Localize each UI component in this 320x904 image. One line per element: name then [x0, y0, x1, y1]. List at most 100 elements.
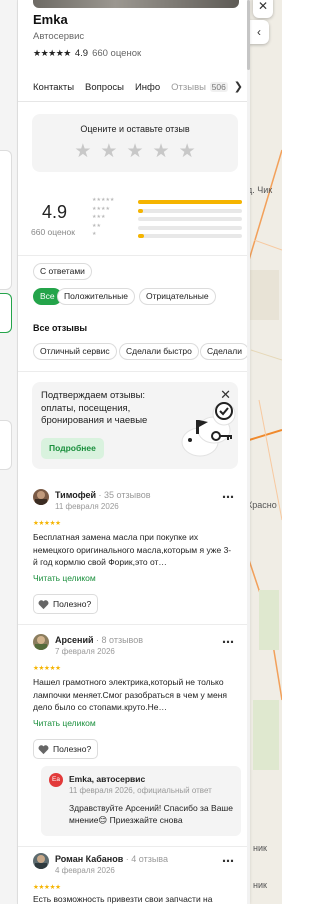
heart-icon [38, 744, 49, 754]
verified-badges-illustration [181, 402, 236, 457]
map-close-button[interactable]: ✕ [253, 0, 273, 18]
rate-star-5-icon[interactable]: ★ [179, 140, 196, 163]
filter-with-answers[interactable]: С ответами [33, 263, 92, 280]
rate-stars-input[interactable]: ★ ★ ★ ★ ★ [32, 140, 238, 163]
search-results-list [0, 0, 18, 904]
more-options-icon[interactable]: ⋯ [222, 854, 235, 868]
promo-more-button[interactable]: Подробнее [41, 438, 104, 459]
tab-questions[interactable]: Вопросы [85, 82, 124, 93]
owner-reply-text: Здравствуйте Арсений! Спасибо за Ваше мн… [69, 803, 233, 825]
org-rating[interactable]: ★★★★★ 4.9 660 оценок [33, 48, 141, 59]
close-icon: ✕ [257, 0, 269, 13]
more-options-icon[interactable]: ⋯ [222, 490, 235, 504]
filter-negative[interactable]: Отрицательные [139, 288, 216, 305]
tab-info[interactable]: Инфо [135, 82, 160, 93]
reviews-count-badge: 506 [209, 82, 228, 92]
review-text: Есть возможность привезти свои запчасти … [33, 894, 213, 904]
rating-stars: ★★★★★ [33, 48, 71, 58]
read-more-link[interactable]: Читать целиком [33, 573, 96, 583]
more-options-icon[interactable]: ⋯ [222, 635, 235, 649]
topic-chip[interactable]: Сделали быстро [119, 343, 199, 360]
rate-star-1-icon[interactable]: ★ [74, 140, 91, 163]
distribution-stars: ★★★★ [92, 205, 110, 212]
distribution-stars: ★★ [92, 222, 101, 229]
reviewer-review-count: · 4 отзыва [123, 854, 168, 864]
reviewer-name[interactable]: Арсений · 8 отзывов [55, 635, 143, 645]
reviewer-review-count: · 35 отзывов [96, 490, 151, 500]
distribution-bar-fill [138, 208, 144, 213]
divider [18, 846, 249, 847]
review-date: 11 февраля 2026 [55, 502, 119, 511]
reviewer-name[interactable]: Роман Кабанов · 4 отзыва [55, 854, 168, 864]
scrollbar-thumb[interactable] [247, 0, 250, 70]
map-label: ник [253, 880, 267, 890]
distribution-row: ★★★ [92, 214, 242, 222]
rate-star-4-icon[interactable]: ★ [153, 140, 170, 163]
read-more-link[interactable]: Читать целиком [33, 718, 96, 728]
divider [18, 624, 249, 625]
distribution-row: ★★★★★ [92, 197, 242, 205]
org-name: Emka [33, 12, 68, 27]
useful-label: Полезно? [53, 744, 92, 754]
distribution-stars: ★★★★★ [92, 197, 115, 203]
review-stars: ★★★★★ [33, 665, 61, 672]
review-stars: ★★★★★ [33, 520, 61, 527]
heart-icon [38, 599, 49, 609]
topic-chip[interactable]: Сделали [200, 343, 249, 360]
avatar[interactable] [33, 853, 49, 869]
avatar[interactable] [33, 634, 49, 650]
useful-button[interactable]: Полезно? [33, 739, 99, 759]
filter-positive[interactable]: Положительные [57, 288, 135, 305]
map[interactable]: д. Чик Красно ник ник ✕ ‹ [249, 0, 282, 904]
panel-scrollbar[interactable] [247, 0, 250, 904]
review-text: Бесплатная замена масла при покупке их н… [33, 532, 232, 567]
avatar[interactable] [33, 489, 49, 505]
rating-count: 660 оценок [92, 48, 142, 59]
reviewer-review-count: · 8 отзывов [93, 635, 144, 645]
result-card-selected[interactable] [0, 293, 12, 333]
owner-reply: Ea Emka, автосервис 11 февраля 2026, офи… [41, 766, 241, 836]
org-tabs: Контакты Вопросы Инфо Отзывы 506 ❯ [18, 74, 249, 102]
tabs-scroll-right-icon[interactable]: ❯ [234, 80, 243, 93]
distribution-bar [138, 225, 242, 230]
distribution-stars: ★★★ [92, 214, 106, 220]
owner-name[interactable]: Emka, автосервис [69, 774, 145, 784]
reviewer-name-text: Тимофей [55, 490, 97, 500]
rate-star-2-icon[interactable]: ★ [100, 140, 117, 163]
review-text: Нашел грамотного электрика,который не то… [33, 677, 228, 712]
distribution-bar [138, 200, 242, 204]
tab-reviews[interactable]: Отзывы 506 [171, 82, 228, 93]
topic-chip[interactable]: Отличный сервис [33, 343, 117, 360]
org-photo[interactable] [33, 0, 239, 8]
distribution-stars: ★ [92, 231, 97, 237]
result-card[interactable] [0, 150, 12, 290]
reviewer-name[interactable]: Тимофей · 35 отзывов [55, 490, 151, 500]
rate-and-review-box: Оцените и оставьте отзыв ★ ★ ★ ★ ★ [32, 114, 238, 172]
owner-reply-date: 11 февраля 2026, официальный ответ [69, 786, 212, 795]
summary-rating: 4.9 [42, 202, 68, 222]
owner-avatar: Ea [49, 773, 63, 787]
useful-button[interactable]: Полезно? [33, 594, 99, 614]
reviewer-name-text: Арсений [55, 635, 94, 645]
collapse-panel-button[interactable]: ‹ [249, 20, 269, 44]
organization-panel: Emka Автосервис ★★★★★ 4.9 660 оценок Кон… [18, 0, 249, 904]
distribution-row: ★★ [92, 222, 242, 231]
rating-summary: 4.9 660 оценок ★★★★★ ★★★★ ★★★ ★★ ★ [18, 188, 249, 248]
all-reviews-title: Все отзывы [33, 323, 88, 333]
distribution-bar [138, 234, 242, 238]
verified-reviews-promo: Подтверждаем отзывы: оплаты, посещения, … [32, 382, 238, 469]
rate-star-3-icon[interactable]: ★ [126, 140, 143, 163]
distribution-bar [138, 208, 242, 213]
promo-text: Подтверждаем отзывы: оплаты, посещения, … [41, 390, 148, 426]
map-roads [249, 149, 282, 770]
tab-reviews-label: Отзывы [171, 82, 206, 93]
rating-value: 4.9 [74, 48, 89, 59]
divider [18, 255, 249, 256]
useful-label: Полезно? [53, 599, 92, 609]
divider [18, 371, 249, 372]
result-card[interactable] [0, 420, 12, 470]
tab-contacts[interactable]: Контакты [33, 82, 74, 93]
org-category[interactable]: Автосервис [33, 31, 84, 42]
distribution-bar-fill [138, 200, 242, 204]
map-label: ник [253, 843, 267, 853]
